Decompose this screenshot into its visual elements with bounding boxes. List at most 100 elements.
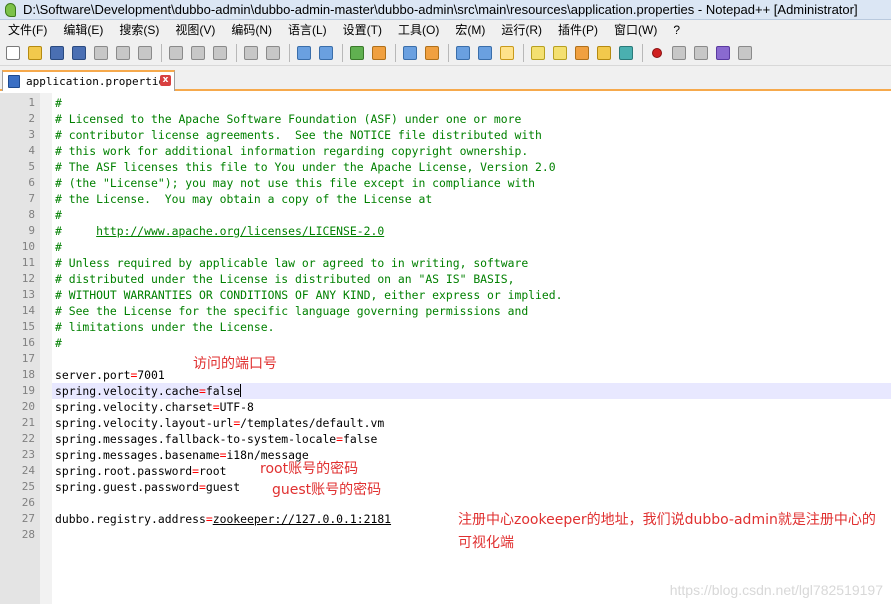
editor-text-area[interactable]: # # Licensed to the Apache Software Found… [55, 95, 891, 543]
zoom-out-icon [372, 46, 386, 60]
code-line[interactable]: # [55, 335, 891, 351]
show-all-chars-button[interactable] [475, 43, 495, 63]
assign-operator: = [212, 400, 220, 414]
annotation-port: 访问的端口号 [193, 356, 277, 372]
toolbar-separator [289, 44, 290, 62]
comment-text: # [55, 240, 62, 254]
menu-item[interactable]: 运行(R) [497, 20, 546, 41]
zoom-in-button[interactable] [347, 43, 367, 63]
file-saved-icon [8, 75, 20, 88]
code-line[interactable]: # distributed under the License is distr… [55, 271, 891, 287]
menu-item[interactable]: 设置(T) [339, 20, 386, 41]
close-all-button[interactable] [113, 43, 133, 63]
print-button[interactable] [135, 43, 155, 63]
folder-workspace-icon [597, 46, 611, 60]
undo-button[interactable] [241, 43, 261, 63]
property-value: false [343, 432, 378, 446]
line-number: 9 [28, 224, 35, 237]
cut-button[interactable] [166, 43, 186, 63]
menu-item[interactable]: 搜索(S) [115, 20, 163, 41]
line-number: 22 [21, 432, 35, 445]
run-macro-multiple-button[interactable] [713, 43, 733, 63]
menu-item[interactable]: 编辑(E) [59, 20, 107, 41]
menu-item[interactable]: 视图(V) [171, 20, 219, 41]
code-line[interactable]: spring.velocity.cache=false [55, 383, 891, 399]
code-line[interactable]: # WITHOUT WARRANTIES OR CONDITIONS OF AN… [55, 287, 891, 303]
sync-vertical-button[interactable] [400, 43, 420, 63]
code-line[interactable]: spring.guest.password=guest [55, 479, 891, 495]
close-button[interactable] [91, 43, 111, 63]
play-macro-button[interactable] [691, 43, 711, 63]
new-button[interactable] [3, 43, 23, 63]
fold-margin[interactable] [40, 93, 52, 604]
function-list-button[interactable] [572, 43, 592, 63]
language-button[interactable] [528, 43, 548, 63]
code-line[interactable]: # [55, 239, 891, 255]
open-button[interactable] [25, 43, 45, 63]
menu-item[interactable]: 插件(P) [554, 20, 602, 41]
save-all-button[interactable] [69, 43, 89, 63]
code-line[interactable]: spring.root.password=root [55, 463, 891, 479]
code-line[interactable]: # contributor license agreements. See th… [55, 127, 891, 143]
indent-guide-icon [500, 46, 514, 60]
menu-item[interactable]: 语言(L) [284, 20, 331, 41]
sync-horizontal-button[interactable] [422, 43, 442, 63]
copy-button[interactable] [188, 43, 208, 63]
line-number: 6 [28, 176, 35, 189]
folder-workspace-button[interactable] [594, 43, 614, 63]
menu-item[interactable]: ? [669, 20, 684, 41]
watermark: https://blog.csdn.net/lgl782519197 [669, 582, 883, 598]
assign-operator: = [199, 480, 206, 494]
close-tab-icon[interactable]: x [160, 75, 171, 86]
code-line[interactable]: spring.velocity.layout-url=/templates/de… [55, 415, 891, 431]
doc-map-button[interactable] [550, 43, 570, 63]
property-value: UTF-8 [219, 400, 254, 414]
code-line[interactable]: spring.messages.fallback-to-system-local… [55, 431, 891, 447]
menu-item[interactable]: 宏(M) [451, 20, 489, 41]
zoom-out-button[interactable] [369, 43, 389, 63]
code-line[interactable]: # Unless required by applicable law or a… [55, 255, 891, 271]
code-line[interactable]: # the License. You may obtain a copy of … [55, 191, 891, 207]
indent-guide-button[interactable] [497, 43, 517, 63]
stop-record-button[interactable] [669, 43, 689, 63]
code-line[interactable]: # (the "License"); you may not use this … [55, 175, 891, 191]
code-line[interactable]: spring.velocity.charset=UTF-8 [55, 399, 891, 415]
code-line[interactable]: # limitations under the License. [55, 319, 891, 335]
code-line[interactable]: # The ASF licenses this file to You unde… [55, 159, 891, 175]
menu-item[interactable]: 文件(F) [4, 20, 51, 41]
record-macro-button[interactable] [647, 43, 667, 63]
toolbar-separator [236, 44, 237, 62]
notepadpp-icon [4, 2, 18, 17]
save-icon [50, 46, 64, 60]
line-numbers: 1 2 3 4 5 6 7 8 9 10 11 12 13 14 15 16 17 18 19 20 21 22 23 24 2… [0, 95, 40, 543]
menu-item[interactable]: 工具(O) [394, 20, 443, 41]
code-line[interactable]: # http://www.apache.org/licenses/LICENSE… [55, 223, 891, 239]
save-button[interactable] [47, 43, 67, 63]
property-value: guest [205, 480, 241, 494]
code-line[interactable]: # Licensed to the Apache Software Founda… [55, 111, 891, 127]
code-line[interactable]: # [55, 95, 891, 111]
menu-item[interactable]: 编码(N) [227, 20, 276, 41]
line-number: 7 [28, 192, 35, 205]
code-line[interactable]: server.port=7001 [55, 367, 891, 383]
code-line[interactable]: # See the License for the specific langu… [55, 303, 891, 319]
paste-button[interactable] [210, 43, 230, 63]
find-button[interactable] [294, 43, 314, 63]
code-line[interactable]: # this work for additional information r… [55, 143, 891, 159]
comment-url: http://www.apache.org/licenses/LICENSE-2… [96, 224, 385, 238]
line-number: 8 [28, 208, 35, 221]
word-wrap-button[interactable] [453, 43, 473, 63]
code-line[interactable] [55, 351, 891, 367]
redo-button[interactable] [263, 43, 283, 63]
monitor-button[interactable] [616, 43, 636, 63]
annotation-registry-address: 注册中心zookeeper的地址，我们说dubbo-admin就是注册中心的可视… [458, 512, 876, 551]
replace-button[interactable] [316, 43, 336, 63]
close-icon [94, 46, 108, 60]
tab-application-properties[interactable]: application.properties x [2, 70, 175, 91]
menu-item[interactable]: 窗口(W) [610, 20, 661, 41]
code-line[interactable]: # [55, 207, 891, 223]
close-all-icon [116, 46, 130, 60]
save-macro-button[interactable] [735, 43, 755, 63]
code-line[interactable]: spring.messages.basename=i18n/message [55, 447, 891, 463]
comment-text: # [55, 96, 62, 110]
